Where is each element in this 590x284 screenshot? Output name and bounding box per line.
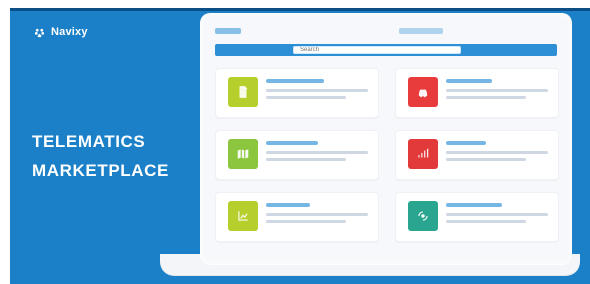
document-icon [239, 86, 248, 98]
app-tile [228, 77, 258, 107]
card-text-placeholder [266, 203, 372, 233]
card-title-line [266, 79, 324, 83]
card-desc-line-2 [266, 220, 346, 223]
card-desc-line-1 [266, 151, 368, 154]
brand: Navixy [34, 26, 88, 38]
card-desc-line-1 [266, 89, 368, 92]
app-tile [228, 139, 258, 169]
card-text-placeholder [446, 79, 552, 109]
map-icon [237, 149, 249, 159]
headline-line-1: TELEMATICS [32, 132, 146, 151]
card-text-placeholder [446, 141, 552, 171]
card-desc-line-1 [446, 151, 548, 154]
headline: TELEMATICS MARKETPLACE [32, 127, 169, 185]
card-text-placeholder [446, 203, 552, 233]
card-desc-line-2 [266, 158, 346, 161]
card-title-line [446, 203, 502, 207]
card-title-line [446, 141, 486, 145]
card-title-line [446, 79, 492, 83]
chart-icon [238, 211, 248, 221]
card-desc-line-2 [446, 158, 526, 161]
app-logo [215, 28, 241, 34]
app-tile [408, 77, 438, 107]
app-card[interactable] [395, 192, 559, 242]
laptop-screen [200, 13, 572, 265]
card-desc-line-1 [266, 213, 368, 216]
card-text-placeholder [266, 141, 372, 171]
app-card[interactable] [215, 130, 379, 180]
car-icon [418, 89, 428, 98]
app-card[interactable] [215, 68, 379, 118]
app-nav [399, 28, 443, 34]
card-desc-line-1 [446, 213, 548, 216]
signal-icon [418, 148, 429, 158]
app-tile [408, 139, 438, 169]
brand-label: Navixy [51, 26, 88, 38]
headline-line-2: MARKETPLACE [32, 161, 169, 180]
sensor-icon [418, 211, 428, 221]
search-strip [215, 44, 557, 56]
app-card[interactable] [395, 68, 559, 118]
app-card[interactable] [395, 130, 559, 180]
search-input[interactable] [293, 46, 461, 54]
card-desc-line-2 [446, 220, 526, 223]
app-grid [215, 68, 559, 254]
card-desc-line-1 [446, 89, 548, 92]
card-desc-line-2 [266, 96, 346, 99]
app-tile [408, 201, 438, 231]
frame: Navixy TELEMATICS MARKETPLACE [0, 0, 590, 284]
paw-icon [34, 28, 45, 37]
app-header [215, 24, 557, 40]
card-text-placeholder [266, 79, 372, 109]
top-accent-line [10, 8, 590, 11]
card-title-line [266, 141, 318, 145]
card-desc-line-2 [446, 96, 526, 99]
app-tile [228, 201, 258, 231]
app-card[interactable] [215, 192, 379, 242]
card-title-line [266, 203, 310, 207]
